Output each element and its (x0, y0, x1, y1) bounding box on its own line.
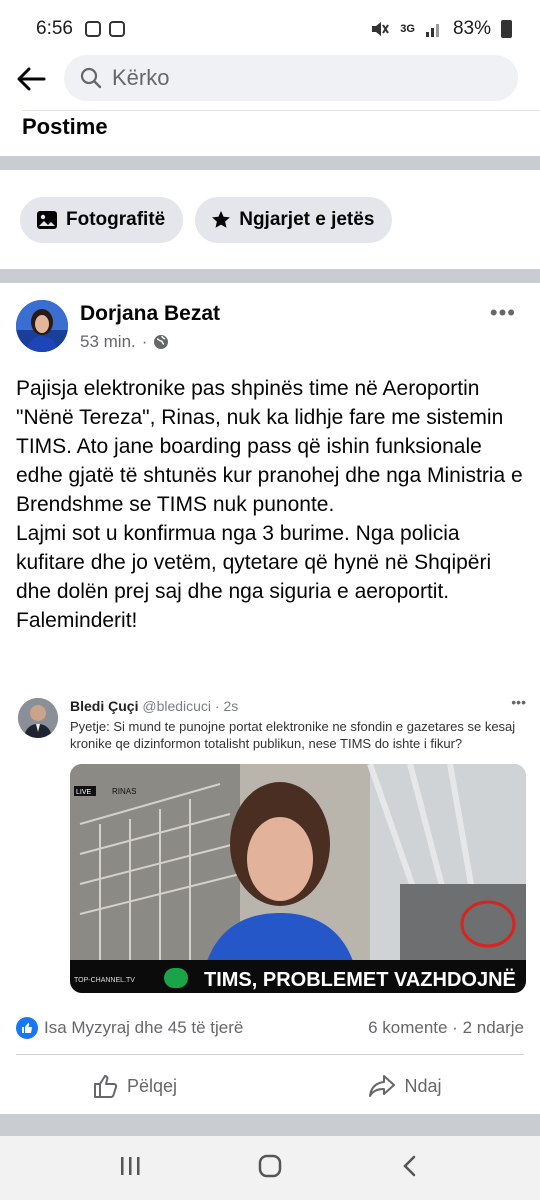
meta-separator: · (141, 332, 148, 351)
photos-icon (37, 211, 57, 229)
avatar-image (16, 300, 68, 352)
filter-row: Fotografitë Ngjarjet e jetës (20, 197, 393, 243)
share-button[interactable]: Ndaj (270, 1058, 540, 1114)
tweet-author-avatar (18, 698, 58, 738)
mute-icon (372, 22, 390, 36)
like-label: Pëlqej (126, 1075, 178, 1096)
author-name[interactable]: Dorjana Bezat (80, 302, 220, 326)
post-text: Pajisja elektronike pas shpinës time në … (16, 377, 523, 632)
search-row: Kërko (0, 54, 540, 104)
channel-label: TOP-CHANNEL.TV (74, 977, 135, 984)
section-separator (0, 269, 540, 283)
tweet-author-name: Bledi Çuçi (70, 698, 139, 714)
author-avatar[interactable] (16, 300, 68, 352)
battery-icon (501, 20, 512, 38)
arrow-left-icon (17, 67, 46, 91)
divider (16, 1054, 524, 1055)
life-events-filter-label: Ngjarjet e jetës (239, 209, 375, 230)
divider (22, 110, 540, 111)
reactions-summary[interactable]: Isa Myzyraj dhe 45 të tjerë 6 komente · … (16, 1014, 524, 1042)
home-button[interactable] (257, 1153, 283, 1184)
news-frame-image: LIVE RINAS TOP-CHANNEL.TV TIMS, PROBLEME… (70, 764, 526, 993)
location-label: RINAS (112, 787, 136, 796)
recents-icon (120, 1156, 140, 1175)
embedded-tweet[interactable]: Bledi Çuçi @bledicuci · 2s ••• Pyetje: S… (0, 684, 540, 1006)
home-icon (258, 1154, 282, 1177)
live-badge: LIVE (76, 789, 92, 796)
tweet-more-icon: ••• (511, 694, 526, 710)
photos-filter-chip[interactable]: Fotografitë (20, 197, 184, 243)
post-actions: Pëlqej Ndaj (0, 1058, 540, 1114)
search-input[interactable]: Kërko (64, 55, 518, 101)
tweet-text: Pyetje: Si mund te punojne portat elektr… (70, 719, 516, 751)
like-reaction-icon (16, 1017, 38, 1039)
life-events-filter-chip[interactable]: Ngjarjet e jetës (195, 197, 393, 243)
post-time[interactable]: 53 min. (80, 332, 136, 352)
post-meta: 53 min. · (80, 332, 169, 352)
globe-icon (154, 335, 169, 349)
status-bar: 6:56 3G 83% (0, 0, 540, 58)
news-headline: TIMS, PROBLEMET VAZHDOJNË (204, 968, 516, 991)
section-separator (0, 156, 540, 170)
like-button[interactable]: Pëlqej (0, 1058, 270, 1114)
post-header: Dorjana Bezat 53 min. · ••• (16, 298, 524, 358)
back-button[interactable] (0, 54, 62, 104)
share-icon (369, 1075, 396, 1097)
photos-filter-label: Fotografitë (66, 209, 166, 230)
system-nav-bar (0, 1136, 540, 1200)
battery-percent: 83% (452, 18, 491, 39)
tweet-avatar-image (18, 698, 58, 738)
system-back-button[interactable] (398, 1154, 422, 1183)
status-time: 6:56 (36, 18, 73, 39)
tweet-handle: @bledicuci · 2s (142, 698, 239, 714)
search-icon (80, 67, 102, 89)
tweet-header: Bledi Çuçi @bledicuci · 2s (70, 698, 238, 714)
share-label: Ndaj (404, 1075, 442, 1096)
chevron-left-icon (403, 1155, 416, 1176)
media-icon (108, 21, 125, 37)
post-more-button[interactable]: ••• (490, 300, 516, 326)
thumbs-up-icon (93, 1075, 118, 1098)
signal-icon (425, 24, 439, 37)
search-placeholder: Kërko (112, 65, 170, 90)
instagram-icon (84, 21, 101, 37)
tweet-video-frame: LIVE RINAS TOP-CHANNEL.TV TIMS, PROBLEME… (70, 764, 526, 993)
network-type: 3G (400, 23, 415, 35)
section-title: Postime (22, 114, 108, 139)
section-separator (0, 1114, 540, 1136)
star-icon (212, 211, 231, 228)
reactions-text: Isa Myzyraj dhe 45 të tjerë (44, 1018, 244, 1037)
recent-apps-button[interactable] (118, 1154, 142, 1183)
comments-shares-count[interactable]: 6 komente · 2 ndarje (368, 1018, 524, 1038)
